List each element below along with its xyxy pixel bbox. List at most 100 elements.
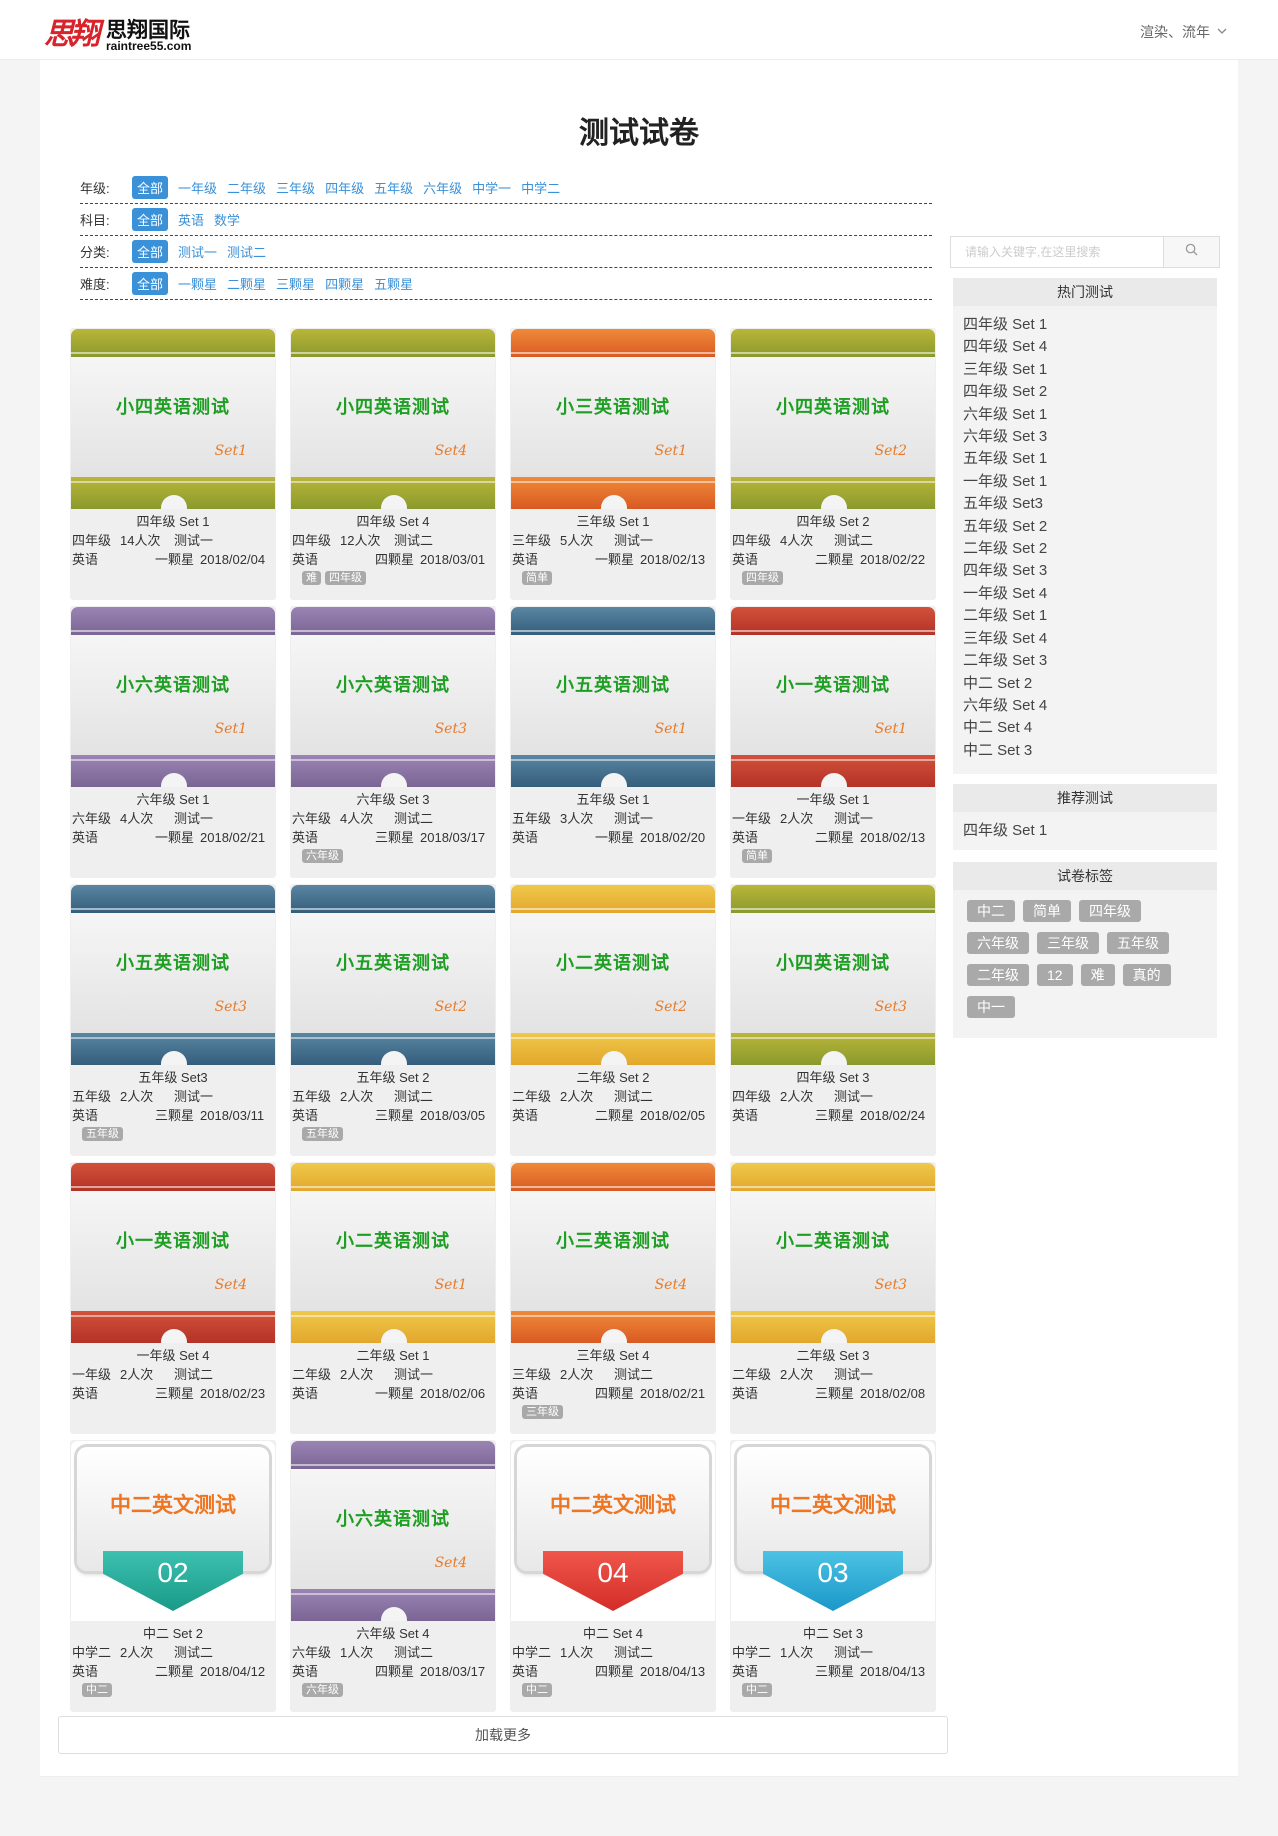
test-card[interactable]: 小四英语测试 Set1 四年级 Set 1 四年级 14人次 测试一 英语 一颗星 2018/0… <box>70 328 276 600</box>
test-cover[interactable]: 小一英语测试 Set1 <box>731 607 935 787</box>
hot-test-link[interactable]: 中二 Set 4 <box>963 717 1207 739</box>
tag-chip[interactable]: 二年级 <box>967 964 1029 986</box>
test-card[interactable]: 中二英文测试 04 中二 Set 4 中学二 1人次 测试二 英语 四颗星 2018/04/13… <box>510 1440 716 1712</box>
test-card[interactable]: 小一英语测试 Set4 一年级 Set 4 一年级 2人次 测试二 英语 三颗星 2018/02… <box>70 1162 276 1434</box>
hot-test-link[interactable]: 六年级 Set 4 <box>963 695 1207 717</box>
filter-option[interactable]: 全部 <box>132 240 169 263</box>
test-card[interactable]: 小六英语测试 Set3 六年级 Set 3 六年级 4人次 测试二 英语 三颗星 2018/03… <box>290 606 496 878</box>
card-title[interactable]: 五年级 Set 2 <box>292 1068 494 1087</box>
test-cover[interactable]: 小五英语测试 Set2 <box>291 885 495 1065</box>
tag-chip[interactable]: 12 <box>1037 964 1073 986</box>
card-title[interactable]: 四年级 Set 2 <box>732 512 934 531</box>
test-cover[interactable]: 小四英语测试 Set3 <box>731 885 935 1065</box>
filter-option[interactable]: 全部 <box>132 272 169 295</box>
card-title[interactable]: 中二 Set 4 <box>512 1624 714 1643</box>
hot-test-link[interactable]: 二年级 Set 1 <box>963 605 1207 627</box>
test-card[interactable]: 小三英语测试 Set4 三年级 Set 4 三年级 2人次 测试二 英语 四颗星 2018/02… <box>510 1162 716 1434</box>
card-tag[interactable]: 中二 <box>522 1683 552 1697</box>
test-cover[interactable]: 小六英语测试 Set1 <box>71 607 275 787</box>
filter-option[interactable]: 数学 <box>214 210 240 229</box>
card-tag[interactable]: 简单 <box>522 571 552 585</box>
test-cover[interactable]: 小四英语测试 Set1 <box>71 329 275 509</box>
test-cover[interactable]: 小三英语测试 Set1 <box>511 329 715 509</box>
card-title[interactable]: 四年级 Set 1 <box>72 512 274 531</box>
tag-chip[interactable]: 四年级 <box>1079 900 1141 922</box>
test-card[interactable]: 小三英语测试 Set1 三年级 Set 1 三年级 5人次 测试一 英语 一颗星 2018/02… <box>510 328 716 600</box>
card-title[interactable]: 五年级 Set 1 <box>512 790 714 809</box>
filter-option[interactable]: 二颗星 <box>227 274 266 293</box>
card-title[interactable]: 四年级 Set 4 <box>292 512 494 531</box>
card-title[interactable]: 六年级 Set 3 <box>292 790 494 809</box>
card-title[interactable]: 五年级 Set3 <box>72 1068 274 1087</box>
card-title[interactable]: 二年级 Set 3 <box>732 1346 934 1365</box>
hot-test-link[interactable]: 四年级 Set 4 <box>963 336 1207 358</box>
hot-test-link[interactable]: 中二 Set 3 <box>963 740 1207 762</box>
filter-option[interactable]: 测试二 <box>227 242 266 261</box>
test-card[interactable]: 小五英语测试 Set3 五年级 Set3 五年级 2人次 测试一 英语 三颗星 2018/03/… <box>70 884 276 1156</box>
test-cover[interactable]: 中二英文测试 02 <box>71 1441 275 1621</box>
card-tag[interactable]: 简单 <box>742 849 772 863</box>
hot-test-link[interactable]: 六年级 Set 3 <box>963 426 1207 448</box>
test-cover[interactable]: 小三英语测试 Set4 <box>511 1163 715 1343</box>
hot-test-link[interactable]: 四年级 Set 1 <box>963 314 1207 336</box>
tag-chip[interactable]: 简单 <box>1023 900 1071 922</box>
test-card[interactable]: 小二英语测试 Set3 二年级 Set 3 二年级 2人次 测试一 英语 三颗星 2018/02… <box>730 1162 936 1434</box>
card-title[interactable]: 中二 Set 2 <box>72 1624 274 1643</box>
hot-test-link[interactable]: 五年级 Set 2 <box>963 516 1207 538</box>
test-card[interactable]: 中二英文测试 02 中二 Set 2 中学二 2人次 测试二 英语 二颗星 2018/04/12… <box>70 1440 276 1712</box>
hot-test-link[interactable]: 五年级 Set3 <box>963 493 1207 515</box>
tag-chip[interactable]: 五年级 <box>1107 932 1169 954</box>
test-cover[interactable]: 小二英语测试 Set2 <box>511 885 715 1065</box>
test-card[interactable]: 小五英语测试 Set1 五年级 Set 1 五年级 3人次 测试一 英语 一颗星 2018/02… <box>510 606 716 878</box>
hot-test-link[interactable]: 一年级 Set 1 <box>963 471 1207 493</box>
hot-test-link[interactable]: 五年级 Set 1 <box>963 448 1207 470</box>
card-tag[interactable]: 难 <box>302 571 321 585</box>
filter-option[interactable]: 四颗星 <box>325 274 364 293</box>
card-tag[interactable]: 三年级 <box>522 1405 563 1419</box>
filter-option[interactable]: 一年级 <box>178 178 217 197</box>
filter-option[interactable]: 四年级 <box>325 178 364 197</box>
filter-option[interactable]: 中学一 <box>472 178 511 197</box>
filter-option[interactable]: 二年级 <box>227 178 266 197</box>
test-cover[interactable]: 中二英文测试 03 <box>731 1441 935 1621</box>
test-cover[interactable]: 小四英语测试 Set4 <box>291 329 495 509</box>
test-card[interactable]: 小五英语测试 Set2 五年级 Set 2 五年级 2人次 测试二 英语 三颗星 2018/03… <box>290 884 496 1156</box>
test-card[interactable]: 小四英语测试 Set4 四年级 Set 4 四年级 12人次 测试二 英语 四颗星 2018/0… <box>290 328 496 600</box>
user-menu[interactable]: 渲染、流年 <box>1140 22 1228 42</box>
card-title[interactable]: 二年级 Set 1 <box>292 1346 494 1365</box>
filter-option[interactable]: 英语 <box>178 210 204 229</box>
card-title[interactable]: 一年级 Set 4 <box>72 1346 274 1365</box>
tag-chip[interactable]: 难 <box>1080 964 1115 986</box>
filter-option[interactable]: 五年级 <box>374 178 413 197</box>
load-more-button[interactable]: 加载更多 <box>58 1716 948 1754</box>
filter-option[interactable]: 三年级 <box>276 178 315 197</box>
test-cover[interactable]: 小六英语测试 Set4 <box>291 1441 495 1621</box>
card-title[interactable]: 六年级 Set 4 <box>292 1624 494 1643</box>
card-title[interactable]: 三年级 Set 1 <box>512 512 714 531</box>
filter-option[interactable]: 五颗星 <box>374 274 413 293</box>
card-tag[interactable]: 五年级 <box>302 1127 343 1141</box>
filter-option[interactable]: 全部 <box>132 208 169 231</box>
test-card[interactable]: 小六英语测试 Set1 六年级 Set 1 六年级 4人次 测试一 英语 一颗星 2018/02… <box>70 606 276 878</box>
hot-test-link[interactable]: 四年级 Set 2 <box>963 381 1207 403</box>
card-tag[interactable]: 中二 <box>82 1683 112 1697</box>
test-cover[interactable]: 小二英语测试 Set3 <box>731 1163 935 1343</box>
test-card[interactable]: 小六英语测试 Set4 六年级 Set 4 六年级 1人次 测试二 英语 四颗星 2018/03… <box>290 1440 496 1712</box>
tag-chip[interactable]: 三年级 <box>1037 932 1099 954</box>
card-tag[interactable]: 五年级 <box>82 1127 123 1141</box>
test-cover[interactable]: 小五英语测试 Set1 <box>511 607 715 787</box>
hot-test-link[interactable]: 二年级 Set 3 <box>963 650 1207 672</box>
hot-test-link[interactable]: 一年级 Set 4 <box>963 583 1207 605</box>
test-card[interactable]: 小四英语测试 Set3 四年级 Set 3 四年级 2人次 测试一 英语 三颗星 2018/02… <box>730 884 936 1156</box>
test-card[interactable]: 小二英语测试 Set2 二年级 Set 2 二年级 2人次 测试二 英语 二颗星 2018/02… <box>510 884 716 1156</box>
card-tag[interactable]: 四年级 <box>325 571 366 585</box>
test-cover[interactable]: 小一英语测试 Set4 <box>71 1163 275 1343</box>
tag-chip[interactable]: 六年级 <box>967 932 1029 954</box>
filter-option[interactable]: 六年级 <box>423 178 462 197</box>
card-title[interactable]: 六年级 Set 1 <box>72 790 274 809</box>
card-title[interactable]: 二年级 Set 2 <box>512 1068 714 1087</box>
filter-option[interactable]: 中学二 <box>521 178 560 197</box>
test-card[interactable]: 小二英语测试 Set1 二年级 Set 1 二年级 2人次 测试一 英语 一颗星 2018/02… <box>290 1162 496 1434</box>
tag-chip[interactable]: 中二 <box>967 900 1015 922</box>
test-cover[interactable]: 小六英语测试 Set3 <box>291 607 495 787</box>
